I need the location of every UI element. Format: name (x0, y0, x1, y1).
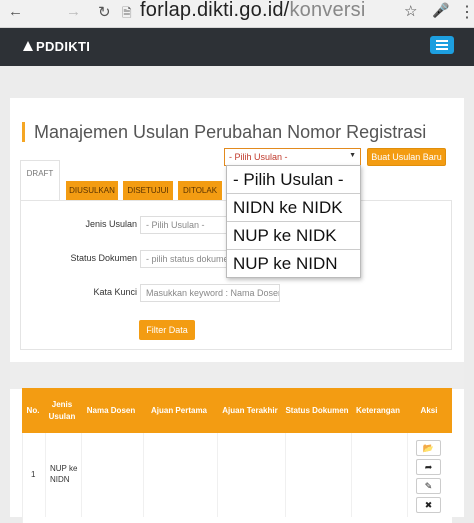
dropdown-option[interactable]: - Pilih Usulan - (227, 166, 360, 194)
page-info-icon[interactable]: 🗎 (122, 4, 132, 25)
chevron-down-icon: ▼ (349, 152, 356, 159)
dropdown-option[interactable]: NUP ke NIDK (227, 222, 360, 250)
folder-open-icon[interactable]: 📂 (416, 440, 441, 456)
tab-diusulkan[interactable]: DIUSULKAN (66, 181, 118, 200)
browser-toolbar: ← → ↻ 🗎 forlap.dikti.go.id/konversi ☆ 🎤 … (0, 0, 474, 28)
col-nama-dosen: Nama Dosen (86, 405, 136, 415)
col-jenis-usulan: Jenis Usulan (48, 399, 76, 421)
dropdown-option[interactable]: NUP ke NIDN (227, 250, 360, 278)
address-bar[interactable]: 🗎 forlap.dikti.go.id/konversi (122, 0, 392, 26)
page-title: Manajemen Usulan Perubahan Nomor Registr… (22, 122, 426, 142)
col-no: No. (26, 405, 40, 415)
col-aksi: Aksi (420, 405, 438, 415)
main-panel: Manajemen Usulan Perubahan Nomor Registr… (10, 98, 464, 523)
reload-icon[interactable]: ↻ (98, 3, 111, 21)
tab-disetujui[interactable]: DISETUJUI (123, 181, 173, 200)
col-ajuan-pertama: Ajuan Pertama (150, 405, 208, 415)
usulan-type-select[interactable]: - Pilih Usulan - ▼ (224, 148, 361, 166)
forward-share-icon[interactable]: ➦ (416, 459, 441, 475)
usulan-dropdown-list: - Pilih Usulan - NIDN ke NIDK NUP ke NID… (226, 165, 361, 278)
menu-toggle-button[interactable] (430, 36, 454, 54)
url-text: forlap.dikti.go.id/konversi (140, 0, 366, 21)
pddikti-logo-icon (23, 41, 33, 51)
col-ajuan-terakhir: Ajuan Terakhir (222, 405, 278, 415)
tab-draft[interactable]: DRAFT (20, 160, 60, 200)
row-jenis-usulan: NUP ke NIDN (50, 464, 78, 484)
dropdown-option[interactable]: NIDN ke NIDK (227, 194, 360, 222)
col-keterangan: Keterangan (355, 405, 400, 415)
forward-arrow-icon[interactable]: → (66, 3, 81, 20)
delete-x-icon[interactable]: ✖ (416, 497, 441, 513)
create-usulan-button[interactable]: Buat Usulan Baru (367, 148, 446, 166)
filter-data-button[interactable]: Filter Data (139, 320, 195, 340)
back-arrow-icon[interactable]: ← (8, 3, 23, 20)
app-navbar: PDDIKTI (0, 28, 474, 66)
edit-pencil-icon[interactable]: ✎ (416, 478, 441, 494)
brand-logo[interactable]: PDDIKTI (22, 39, 90, 54)
tab-ditolak[interactable]: DITOLAK (178, 181, 222, 200)
bookmark-star-icon[interactable]: ☆ (404, 2, 417, 20)
row-no: 1 (31, 470, 36, 479)
jenis-usulan-label: Jenis Usulan (85, 219, 137, 229)
kata-kunci-label: Kata Kunci (93, 287, 137, 297)
table-row: 1 NUP ke NIDN 📂 ➦ ✎ ✖ (22, 433, 452, 523)
kata-kunci-input[interactable]: Masukkan keyword : Nama Dosen (140, 284, 280, 302)
table-header: No. Jenis Usulan Nama Dosen Ajuan Pertam… (22, 388, 452, 433)
microphone-icon[interactable]: 🎤 (432, 2, 449, 19)
status-dokumen-label: Status Dokumen (70, 253, 137, 263)
col-status-dokumen: Status Dokumen (285, 405, 349, 415)
overflow-menu-icon[interactable]: ⋮ (459, 2, 474, 22)
section-separator (10, 362, 464, 389)
